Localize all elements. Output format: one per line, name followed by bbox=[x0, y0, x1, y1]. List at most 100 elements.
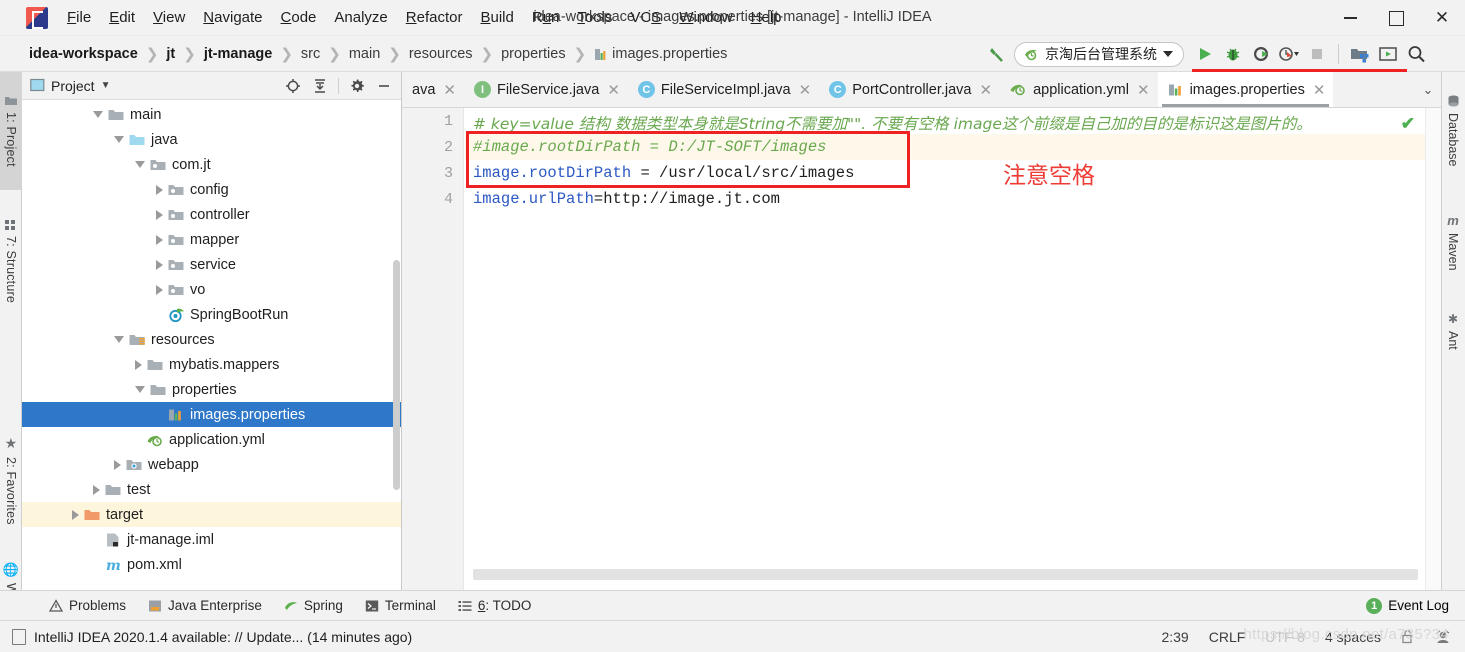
editor-horizontal-scrollbar[interactable] bbox=[473, 569, 1418, 580]
tree-node-mapper[interactable]: mapper bbox=[22, 227, 401, 252]
bottom-tab-problems[interactable]: Problems bbox=[38, 598, 137, 613]
breadcrumb-item-4[interactable]: main bbox=[346, 45, 383, 63]
close-icon[interactable]: ✕ bbox=[1137, 81, 1150, 99]
editor-tab-fileservice-java[interactable]: I FileService.java ✕ bbox=[464, 72, 628, 107]
chevron-right-icon[interactable] bbox=[156, 184, 163, 195]
collapse-all-icon[interactable] bbox=[311, 77, 329, 95]
close-icon[interactable]: ✕ bbox=[443, 81, 456, 99]
menu-item-vcs[interactable]: VCS bbox=[621, 7, 670, 28]
editor-tab-application-yml[interactable]: application.yml ✕ bbox=[1000, 72, 1158, 107]
tree-node-springbootrun[interactable]: SpringBootRun bbox=[22, 302, 401, 327]
file-encoding[interactable]: UTF-8 bbox=[1265, 629, 1305, 645]
locate-icon[interactable] bbox=[284, 77, 302, 95]
stop-icon[interactable] bbox=[1304, 41, 1330, 67]
menu-item-edit[interactable]: Edit bbox=[100, 7, 144, 28]
chevron-down-icon[interactable] bbox=[114, 336, 124, 343]
close-icon[interactable]: ✕ bbox=[980, 81, 993, 99]
close-icon[interactable]: ✕ bbox=[1313, 81, 1326, 99]
sidebar-item-maven[interactable]: m Maven bbox=[1441, 196, 1465, 288]
tree-node-test[interactable]: test bbox=[22, 477, 401, 502]
chevron-right-icon[interactable] bbox=[114, 459, 121, 470]
chevron-right-icon[interactable] bbox=[156, 284, 163, 295]
tree-node-controller[interactable]: controller bbox=[22, 202, 401, 227]
menu-item-view[interactable]: View bbox=[144, 7, 194, 28]
bottom-tab-todo[interactable]: 6: TODO bbox=[447, 598, 543, 613]
tree-node-config[interactable]: config bbox=[22, 177, 401, 202]
chevron-right-icon[interactable] bbox=[156, 259, 163, 270]
sidebar-item-ant[interactable]: ✱ Ant bbox=[1441, 296, 1465, 366]
tree-node-vo[interactable]: vo bbox=[22, 277, 401, 302]
menu-item-build[interactable]: Build bbox=[471, 7, 522, 28]
menu-item-refactor[interactable]: Refactor bbox=[397, 7, 472, 28]
menu-item-tools[interactable]: Tools bbox=[568, 7, 621, 28]
sidebar-item-favorites[interactable]: ★ 2: Favorites bbox=[0, 410, 22, 550]
search-everywhere-icon[interactable] bbox=[1403, 41, 1429, 67]
menu-item-analyze[interactable]: Analyze bbox=[325, 7, 396, 28]
editor-gutter[interactable]: 1 2 3 4 bbox=[402, 108, 464, 590]
event-log-button[interactable]: 1 Event Log bbox=[1366, 597, 1465, 614]
editor-tab-ava[interactable]: ava ✕ bbox=[402, 72, 464, 107]
chevron-down-icon[interactable] bbox=[135, 161, 145, 168]
project-tree[interactable]: main java com.jt config controller mapper serv… bbox=[22, 100, 401, 589]
chevron-right-icon[interactable] bbox=[156, 209, 163, 220]
sidebar-item-project[interactable]: 1: Project bbox=[0, 72, 22, 190]
menu-item-run[interactable]: Run bbox=[523, 7, 569, 28]
tree-node-images-properties[interactable]: images.properties bbox=[22, 402, 401, 427]
breadcrumb-item-2[interactable]: jt-manage bbox=[201, 45, 276, 63]
maximize-button[interactable] bbox=[1373, 0, 1419, 36]
caret-position[interactable]: 2:39 bbox=[1161, 629, 1188, 645]
unlocked-icon[interactable] bbox=[1401, 629, 1415, 644]
tree-node-target[interactable]: target bbox=[22, 502, 401, 527]
breadcrumb-item-7[interactable]: images.properties bbox=[591, 45, 730, 63]
run-icon[interactable] bbox=[1192, 41, 1218, 67]
tree-node-com-jt[interactable]: com.jt bbox=[22, 152, 401, 177]
chevron-right-icon[interactable] bbox=[93, 484, 100, 495]
tree-node-mybatis-mappers[interactable]: mybatis.mappers bbox=[22, 352, 401, 377]
chevron-down-icon[interactable] bbox=[114, 136, 124, 143]
line-separator[interactable]: CRLF bbox=[1209, 629, 1246, 645]
menu-item-window[interactable]: Window bbox=[670, 7, 741, 28]
code-text[interactable]: # key=value 结构 数据类型本身就是String不需要加"". 不要有… bbox=[465, 108, 1441, 590]
tree-node-webapp[interactable]: webapp bbox=[22, 452, 401, 477]
tree-node-jt-manage-iml[interactable]: jt-manage.iml bbox=[22, 527, 401, 552]
update-icon[interactable] bbox=[1375, 41, 1401, 67]
tree-node-java[interactable]: java bbox=[22, 127, 401, 152]
bottom-tab-java-enterprise[interactable]: Java Enterprise bbox=[137, 598, 273, 613]
bottom-tab-terminal[interactable]: Terminal bbox=[354, 598, 447, 613]
run-configuration-selector[interactable]: 京淘后台管理系统 bbox=[1014, 41, 1184, 67]
minimize-button[interactable] bbox=[1327, 0, 1373, 36]
tree-node-properties[interactable]: properties bbox=[22, 377, 401, 402]
chevron-down-icon[interactable] bbox=[135, 386, 145, 393]
chevron-right-icon[interactable] bbox=[72, 509, 79, 520]
tree-node-service[interactable]: service bbox=[22, 252, 401, 277]
hector-icon[interactable] bbox=[1435, 629, 1451, 645]
chevron-right-icon[interactable] bbox=[156, 234, 163, 245]
menu-item-navigate[interactable]: Navigate bbox=[194, 7, 271, 28]
close-button[interactable]: ✕ bbox=[1419, 0, 1465, 36]
breadcrumb-item-0[interactable]: idea-workspace bbox=[26, 45, 141, 63]
project-structure-icon[interactable] bbox=[1347, 41, 1373, 67]
hammer-icon[interactable] bbox=[984, 41, 1010, 67]
editor-body[interactable]: 1 2 3 4 # key=value 结构 数据类型本身就是String不需要… bbox=[402, 108, 1441, 590]
run-with-coverage-icon[interactable] bbox=[1248, 41, 1274, 67]
editor-marker-gutter[interactable] bbox=[1425, 108, 1441, 590]
editor-tab-images-properties[interactable]: images.properties ✕ bbox=[1157, 72, 1334, 107]
breadcrumb-item-1[interactable]: jt bbox=[163, 45, 178, 63]
menu-item-help[interactable]: Help bbox=[742, 7, 791, 28]
indent-setting[interactable]: 4 spaces bbox=[1325, 629, 1381, 645]
sidebar-item-database[interactable]: Database bbox=[1441, 76, 1465, 186]
editor-tab-portcontroller-java[interactable]: C PortController.java ✕ bbox=[819, 72, 1000, 107]
chevron-down-icon[interactable] bbox=[93, 111, 103, 118]
inspection-status-icon[interactable]: ✔ bbox=[1401, 114, 1415, 134]
chevron-down-icon[interactable]: ▼ bbox=[101, 80, 111, 91]
breadcrumb-item-6[interactable]: properties bbox=[498, 45, 568, 63]
chevron-right-icon[interactable] bbox=[135, 359, 142, 370]
tree-node-main[interactable]: main bbox=[22, 102, 401, 127]
bottom-tab-spring[interactable]: Spring bbox=[273, 598, 354, 613]
status-message-area[interactable]: IntelliJ IDEA 2020.1.4 available: // Upd… bbox=[0, 628, 412, 645]
close-icon[interactable]: ✕ bbox=[607, 81, 620, 99]
tree-node-application-yml[interactable]: application.yml bbox=[22, 427, 401, 452]
sidebar-item-structure[interactable]: 7: Structure bbox=[0, 196, 22, 326]
menu-item-code[interactable]: Code bbox=[272, 7, 326, 28]
debug-bug-icon[interactable] bbox=[1220, 41, 1246, 67]
